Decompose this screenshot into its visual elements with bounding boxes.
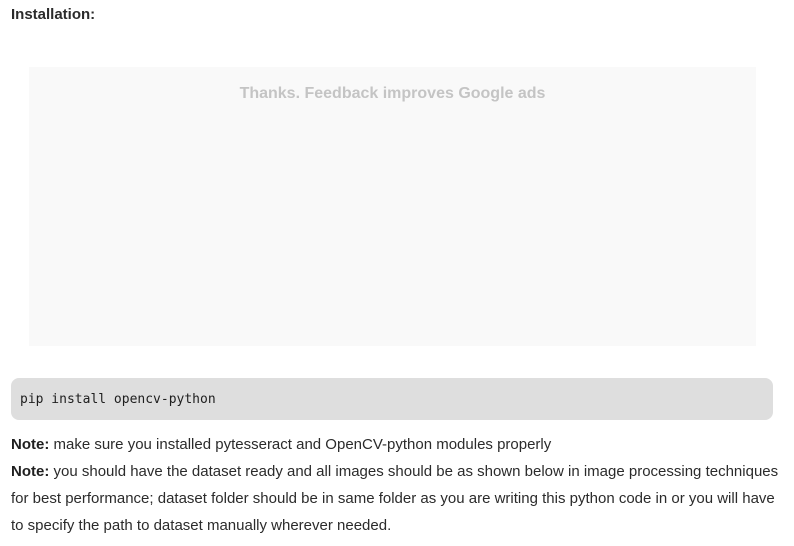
note-label: Note: — [11, 463, 50, 480]
ad-feedback-text: Thanks. Feedback improves Google ads — [239, 85, 546, 102]
installation-heading: Installation: — [11, 6, 96, 23]
code-block: pip install opencv-python — [11, 378, 773, 420]
note-text: make sure you installed pytesseract and … — [49, 436, 552, 453]
note-dataset: Note: you should have the dataset ready … — [11, 458, 781, 539]
note-text: you should have the dataset ready and al… — [11, 463, 779, 534]
note-modules: Note: make sure you installed pytesserac… — [11, 431, 781, 458]
notes-section: Note: make sure you installed pytesserac… — [11, 431, 781, 539]
install-command: pip install opencv-python — [20, 391, 216, 407]
ad-placeholder: Thanks. Feedback improves Google ads — [29, 67, 756, 346]
note-label: Note: — [11, 436, 50, 453]
